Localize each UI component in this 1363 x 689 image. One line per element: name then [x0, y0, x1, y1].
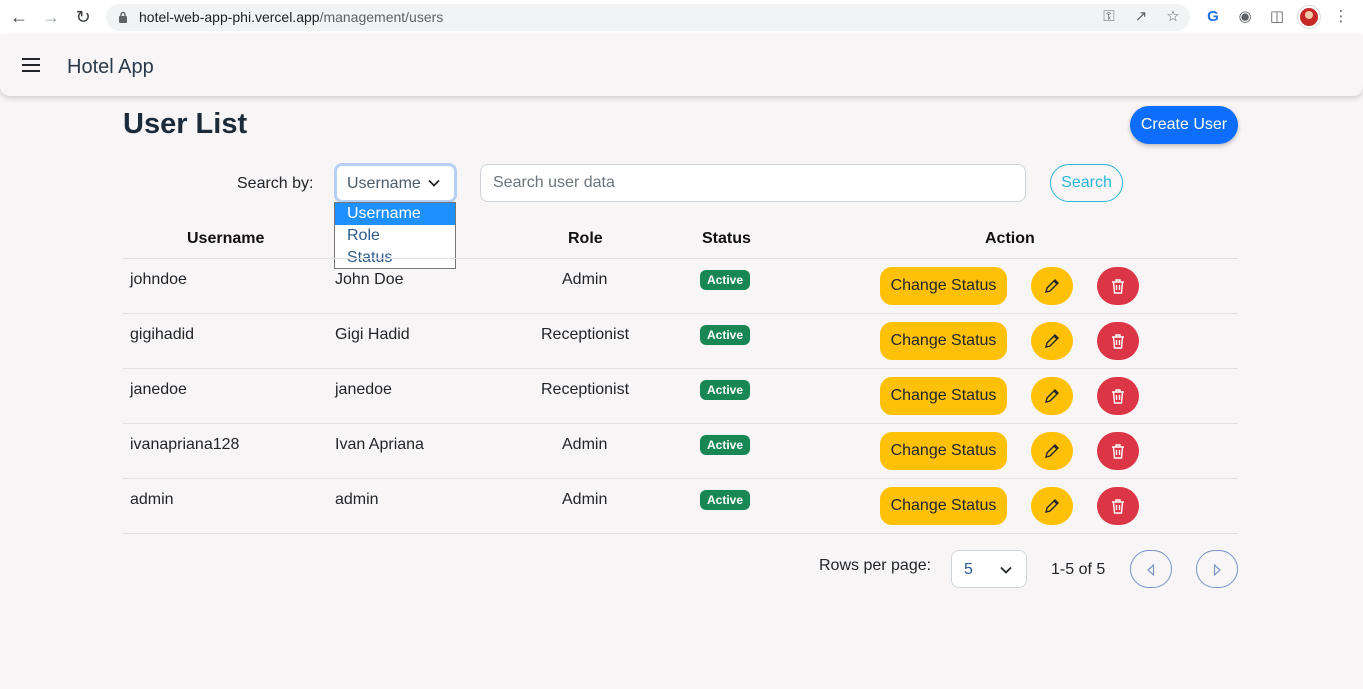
cell-username: janedoe [130, 381, 187, 398]
pencil-icon [1045, 499, 1059, 513]
caret-left-icon [1147, 564, 1155, 576]
reload-icon[interactable]: ↻ [73, 7, 93, 27]
column-header-status: Status [702, 230, 751, 247]
row-divider [123, 313, 1238, 314]
cell-name: admin [335, 491, 379, 508]
trash-icon [1112, 334, 1124, 349]
sidepanel-icon[interactable]: ◫ [1267, 7, 1287, 27]
forward-icon[interactable]: → [41, 7, 61, 27]
delete-button[interactable] [1097, 432, 1139, 470]
cell-username: johndoe [130, 271, 187, 288]
edit-button[interactable] [1031, 432, 1073, 470]
pencil-icon [1045, 334, 1059, 348]
cell-role: Admin [562, 271, 608, 288]
chevron-down-icon [1000, 566, 1012, 574]
change-status-button[interactable]: Change Status [880, 322, 1007, 360]
cell-role: Receptionist [541, 381, 630, 398]
rows-per-page-value: 5 [964, 561, 973, 578]
change-status-button[interactable]: Change Status [880, 267, 1007, 305]
edit-button[interactable] [1031, 377, 1073, 415]
menu-dots-icon[interactable]: ⋮ [1331, 7, 1351, 27]
lock-icon [119, 11, 127, 23]
change-status-button[interactable]: Change Status [880, 487, 1007, 525]
search-by-selected-value: Username [347, 175, 421, 192]
delete-button[interactable] [1097, 267, 1139, 305]
next-page-button[interactable] [1196, 550, 1238, 588]
rows-per-page-select[interactable]: 5 [951, 550, 1027, 588]
cell-name: Ivan Apriana [335, 436, 424, 453]
dropdown-option-username[interactable]: Username [335, 203, 455, 225]
cell-username: ivanapriana128 [130, 436, 240, 453]
cell-role: Admin [562, 491, 608, 508]
edit-button[interactable] [1031, 487, 1073, 525]
status-badge: Active [700, 325, 750, 345]
delete-button[interactable] [1097, 377, 1139, 415]
chevron-down-icon [428, 179, 440, 187]
cell-username: gigihadid [130, 326, 195, 343]
back-icon[interactable]: ← [9, 7, 29, 27]
status-badge: Active [700, 380, 750, 400]
change-status-button[interactable]: Change Status [880, 432, 1007, 470]
pencil-icon [1045, 279, 1059, 293]
key-icon[interactable]: ⚿ [1100, 8, 1118, 26]
page-title: User List [123, 108, 248, 140]
column-header-action: Action [985, 230, 1035, 247]
search-by-label: Search by: [237, 175, 314, 192]
status-badge: Active [700, 435, 750, 455]
rows-per-page-label: Rows per page: [819, 557, 932, 574]
cell-name: John Doe [335, 271, 404, 288]
app-header: Hotel App [0, 35, 1363, 96]
dropdown-option-role[interactable]: Role [335, 225, 455, 247]
app-title: Hotel App [67, 56, 154, 78]
header-divider [123, 258, 1238, 259]
cell-role: Receptionist [541, 326, 630, 343]
star-icon[interactable]: ☆ [1164, 8, 1182, 26]
create-user-button[interactable]: Create User [1130, 106, 1238, 144]
profile-avatar[interactable] [1298, 6, 1320, 28]
column-header-role: Role [568, 230, 603, 247]
edit-button[interactable] [1031, 267, 1073, 305]
table-bottom-divider [123, 533, 1238, 534]
pencil-icon [1045, 389, 1059, 403]
edit-button[interactable] [1031, 322, 1073, 360]
pagination-range: 1-5 of 5 [1051, 561, 1106, 578]
share-icon[interactable]: ↗ [1132, 8, 1150, 26]
trash-icon [1112, 279, 1124, 294]
column-header-username: Username [187, 230, 265, 247]
search-button[interactable]: Search [1050, 164, 1123, 202]
translate-icon[interactable]: G [1203, 7, 1223, 27]
previous-page-button[interactable] [1130, 550, 1172, 588]
cell-name: janedoe [335, 381, 392, 398]
address-bar[interactable]: hotel-web-app-phi.vercel.app/management/… [106, 4, 1190, 31]
row-divider [123, 368, 1238, 369]
row-divider [123, 478, 1238, 479]
delete-button[interactable] [1097, 487, 1139, 525]
trash-icon [1112, 499, 1124, 514]
row-divider [123, 423, 1238, 424]
trash-icon [1112, 444, 1124, 459]
caret-right-icon [1213, 564, 1221, 576]
search-by-select[interactable]: Username [334, 163, 457, 203]
pencil-icon [1045, 444, 1059, 458]
delete-button[interactable] [1097, 322, 1139, 360]
url-text: hotel-web-app-phi.vercel.app/management/… [139, 9, 444, 25]
hamburger-menu-icon[interactable] [22, 58, 40, 72]
extensions-icon[interactable]: ◉ [1235, 7, 1255, 27]
cell-role: Admin [562, 436, 608, 453]
browser-toolbar: ← → ↻ hotel-web-app-phi.vercel.app/manag… [0, 0, 1363, 35]
cell-username: admin [130, 491, 174, 508]
status-badge: Active [700, 490, 750, 510]
trash-icon [1112, 389, 1124, 404]
status-badge: Active [700, 270, 750, 290]
change-status-button[interactable]: Change Status [880, 377, 1007, 415]
search-input[interactable] [480, 164, 1026, 202]
cell-name: Gigi Hadid [335, 326, 410, 343]
